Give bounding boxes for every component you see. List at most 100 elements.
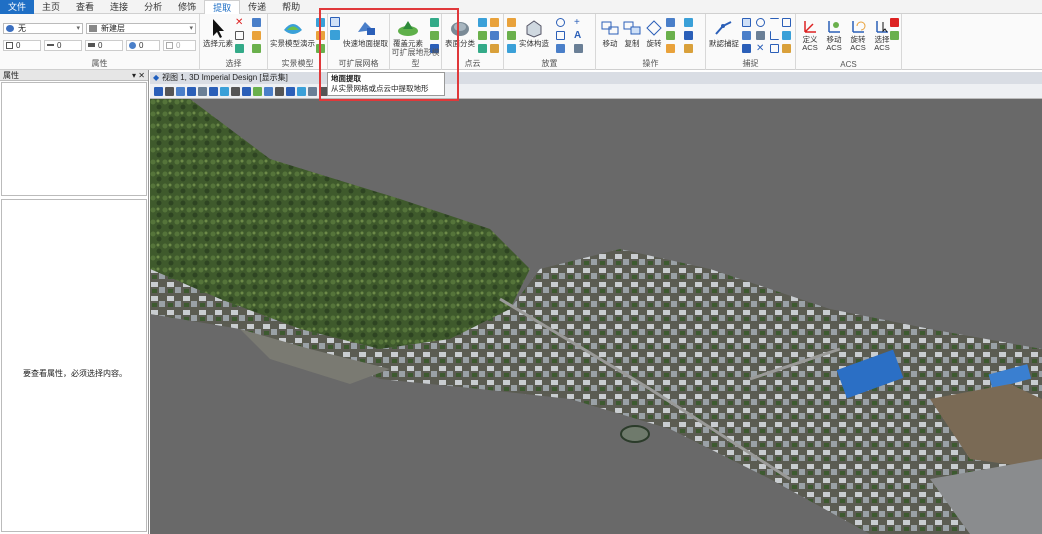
acs-tool-1-icon[interactable] (890, 18, 899, 27)
group-icon[interactable] (252, 44, 261, 53)
classify-icon[interactable] (316, 44, 325, 53)
view-tool-0-icon[interactable] (154, 87, 163, 96)
snap-intersect-icon[interactable]: ✕ (756, 44, 765, 54)
snap-keypoint-icon[interactable] (742, 18, 751, 27)
op-tool-3-icon[interactable] (666, 44, 675, 53)
cell-icon[interactable] (574, 44, 583, 53)
move-acs-button[interactable]: 移动 ACS (822, 18, 846, 52)
snap-perp-icon[interactable] (770, 31, 779, 40)
mesh-edit-icon[interactable] (330, 30, 340, 40)
tab-6[interactable]: 提取 (204, 0, 241, 14)
transparency-combo[interactable]: 0 (163, 40, 196, 51)
view-tool-3-icon[interactable] (187, 87, 196, 96)
terrain-tool-1-icon[interactable] (430, 18, 439, 27)
pc-tool-1-icon[interactable] (478, 18, 487, 27)
surface-classify-button[interactable]: 表面分类 (445, 18, 475, 49)
rotate-acs-button[interactable]: 旋转 ACS (846, 18, 870, 52)
op-tool-6-icon[interactable] (684, 44, 693, 53)
pc-tool-6-icon[interactable] (490, 44, 499, 53)
rectangle-icon[interactable] (556, 31, 565, 40)
acs-group-label: ACS (840, 60, 857, 69)
tab-1[interactable]: 主页 (34, 0, 68, 14)
panel-controls[interactable]: ▾ ✕ (132, 70, 145, 81)
tab-3[interactable]: 连接 (102, 0, 136, 14)
model-combo[interactable]: 新建层 ▾ (86, 23, 196, 34)
define-acs-label: 定义 ACS (802, 35, 818, 52)
tab-8[interactable]: 帮助 (274, 0, 308, 14)
pc-tool-5-icon[interactable] (478, 44, 487, 53)
rotate-button[interactable]: 旋转 (644, 18, 664, 49)
color-combo[interactable]: 0 (3, 40, 41, 51)
snap-line-icon[interactable] (742, 44, 751, 53)
fence-icon[interactable] (252, 31, 261, 40)
place-tool-1-icon[interactable] (507, 18, 516, 27)
op-tool-4-icon[interactable] (684, 18, 693, 27)
view-tool-8-icon[interactable] (242, 87, 251, 96)
tab-4[interactable]: 分析 (136, 0, 170, 14)
select-element-button[interactable]: 选择元素 (203, 18, 233, 49)
line-icon[interactable] (556, 44, 565, 53)
move-button[interactable]: 移动 (600, 18, 620, 49)
snap-origin-icon[interactable] (782, 18, 791, 27)
snap-center-icon[interactable] (756, 18, 765, 27)
tab-0[interactable]: 文件 (0, 0, 35, 14)
op-tool-2-icon[interactable] (666, 31, 675, 40)
plus-icon[interactable]: + (574, 18, 583, 28)
place-tool-2-icon[interactable] (507, 31, 516, 40)
view-tool-10-icon[interactable] (264, 87, 273, 96)
overlay-element-button[interactable]: 覆盖元素 (393, 18, 423, 49)
view-tool-13-icon[interactable] (297, 87, 306, 96)
tab-2[interactable]: 查看 (68, 0, 102, 14)
text-icon[interactable]: A (574, 31, 583, 41)
clip-icon[interactable] (316, 31, 325, 40)
solid-construct-button[interactable]: 实体构造 (519, 18, 549, 49)
copy-button[interactable]: 复制 (622, 18, 642, 49)
reality-demo-button[interactable]: 实景模型演示 (270, 18, 315, 49)
view-tool-2-icon[interactable] (176, 87, 185, 96)
default-snap-button[interactable]: 默認捕捉 (709, 18, 739, 49)
snap-nearest-icon[interactable] (770, 18, 779, 27)
select-by-attributes-icon[interactable] (235, 44, 244, 53)
view-tool-9-icon[interactable] (253, 87, 262, 96)
pc-tool-4-icon[interactable] (490, 31, 499, 40)
snap-grid-icon[interactable] (782, 44, 791, 53)
place-tool-3-icon[interactable] (507, 44, 516, 53)
view-tool-5-icon[interactable] (209, 87, 218, 96)
view-tool-11-icon[interactable] (275, 87, 284, 96)
linestyle-combo[interactable]: 0 (44, 40, 82, 51)
snap-tangent-icon[interactable] (756, 31, 765, 40)
class-combo[interactable]: 0 (126, 40, 160, 51)
circle-icon[interactable] (556, 18, 565, 27)
snap-bisector-icon[interactable] (782, 31, 791, 40)
view-tool-1-icon[interactable] (165, 87, 174, 96)
op-tool-5-icon[interactable] (684, 31, 693, 40)
rotate-label: 旋转 (646, 39, 662, 48)
selection-set-icon[interactable] (252, 18, 261, 27)
level-combo[interactable]: 无 ▾ (3, 23, 83, 34)
snap-midpoint-icon[interactable] (742, 31, 751, 40)
mesh-tool-icon[interactable] (330, 17, 340, 27)
pc-tool-2-icon[interactable] (490, 18, 499, 27)
weight-combo[interactable]: 0 (85, 40, 123, 51)
view-tool-4-icon[interactable] (198, 87, 207, 96)
define-acs-button[interactable]: 定义 ACS (798, 18, 822, 52)
view-tool-7-icon[interactable] (231, 87, 240, 96)
terrain-tool-2-icon[interactable] (430, 31, 439, 40)
view-tool-14-icon[interactable] (308, 87, 317, 96)
acs-tool-2-icon[interactable] (890, 31, 899, 40)
scalable-terrain-group: 覆盖元素 可扩展地形模型 (390, 14, 442, 70)
quick-ground-extract-button[interactable]: 快速地面提取 (343, 18, 388, 49)
snap-box-icon[interactable] (770, 44, 779, 53)
attach-icon[interactable] (316, 18, 325, 27)
tab-7[interactable]: 传递 (240, 0, 274, 14)
view-tool-6-icon[interactable] (220, 87, 229, 96)
3d-viewport[interactable] (150, 99, 1042, 534)
op-tool-1-icon[interactable] (666, 18, 675, 27)
clear-selection-icon[interactable]: ✕ (235, 18, 244, 28)
view-menu-icon[interactable]: ◆ (153, 72, 159, 84)
view-tool-12-icon[interactable] (286, 87, 295, 96)
block-select-icon[interactable] (235, 31, 244, 40)
select-group-label: 选择 (225, 59, 242, 68)
tab-5[interactable]: 修饰 (170, 0, 204, 14)
pc-tool-3-icon[interactable] (478, 31, 487, 40)
